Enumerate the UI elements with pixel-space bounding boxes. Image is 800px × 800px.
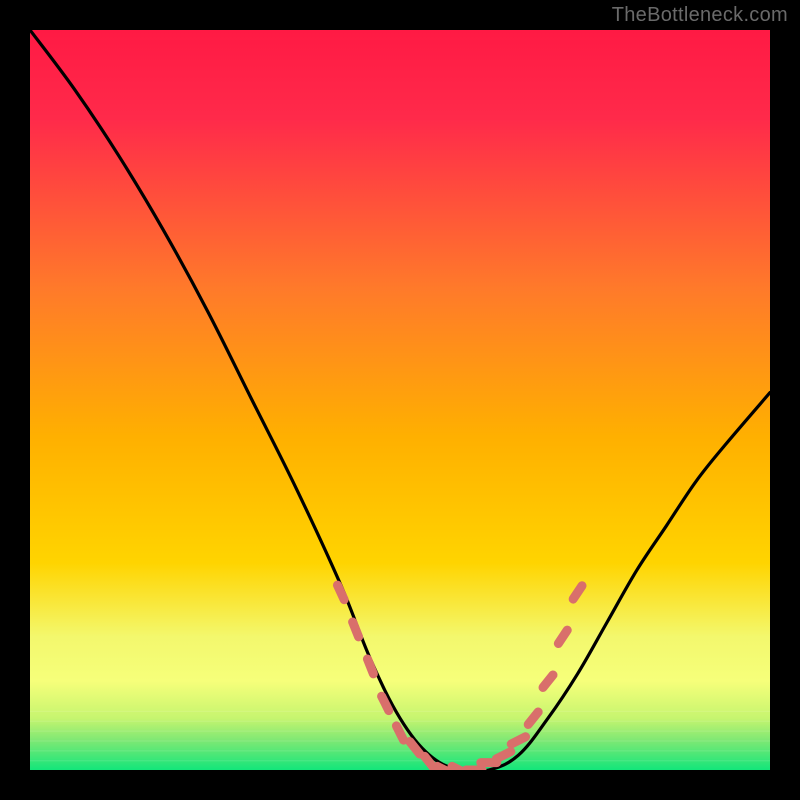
gridline: [30, 750, 770, 751]
curve-marker: [367, 659, 373, 674]
curve-marker: [496, 752, 510, 759]
plot-background: [30, 30, 770, 770]
watermark-text: TheBottleneck.com: [612, 4, 788, 27]
gridline: [30, 711, 770, 712]
gridline: [30, 760, 770, 761]
curve-marker: [353, 622, 359, 637]
curve-marker: [337, 585, 344, 600]
chart-stage: TheBottleneck.com: [0, 0, 800, 800]
bottleneck-chart: [0, 0, 800, 800]
curve-marker: [511, 737, 525, 744]
curve-marker: [396, 726, 403, 740]
curve-marker: [382, 696, 389, 710]
